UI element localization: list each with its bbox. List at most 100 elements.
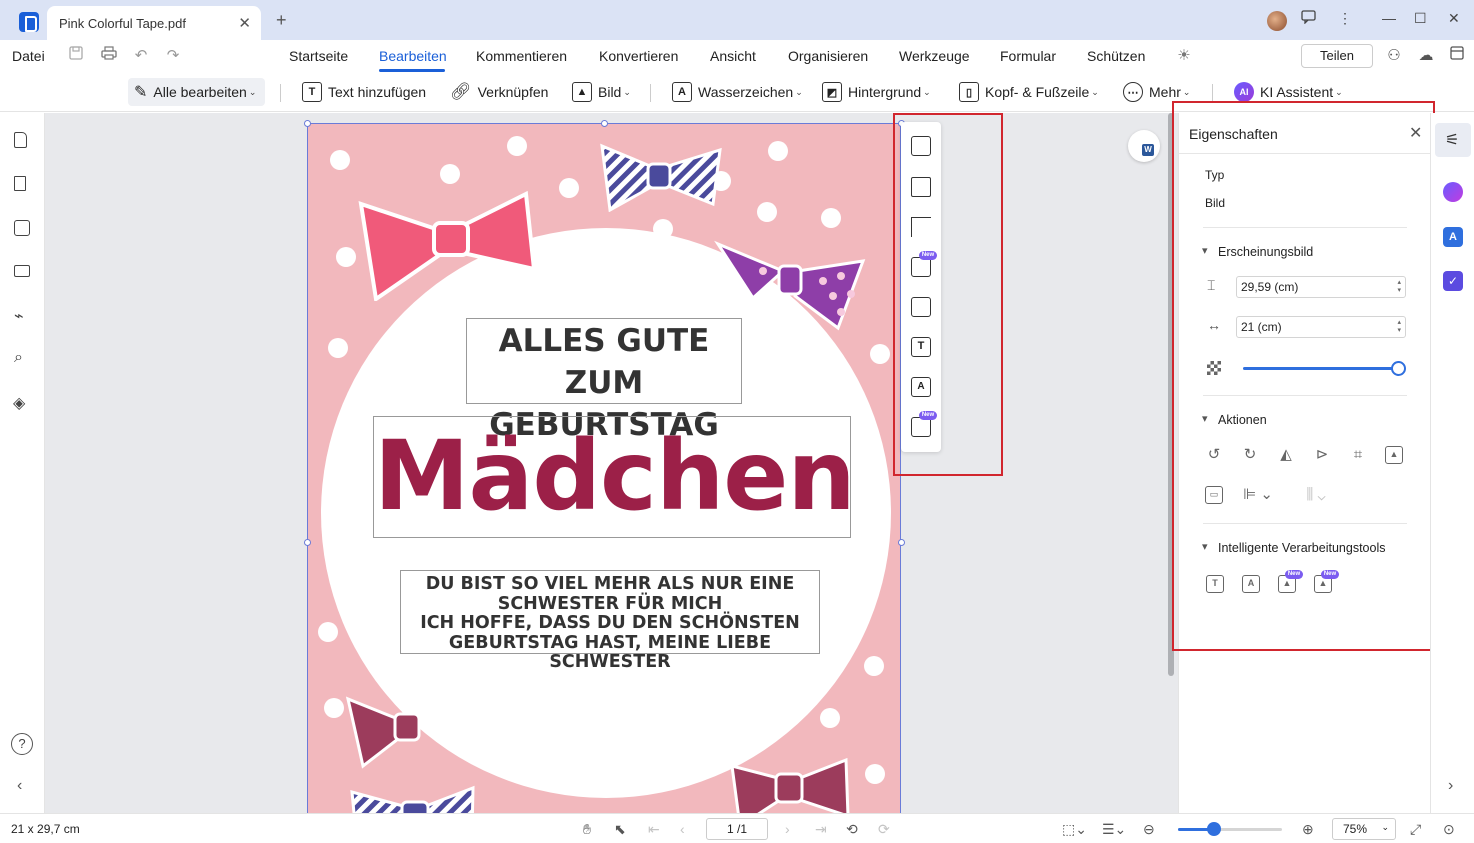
tab-kommentieren[interactable]: Kommentieren bbox=[476, 48, 567, 64]
save-icon[interactable] bbox=[67, 46, 85, 64]
toolbar-divider bbox=[1212, 84, 1213, 102]
polka-dot bbox=[865, 764, 885, 784]
tab-close-icon[interactable]: ✕ bbox=[238, 14, 251, 32]
image-icon: ▲ bbox=[572, 82, 592, 102]
workflow-icon[interactable]: ⚇ bbox=[1385, 46, 1403, 64]
background-button[interactable]: ◩ Hintergrund ⌄ bbox=[822, 78, 931, 106]
minimize-icon[interactable]: — bbox=[1382, 10, 1396, 26]
print-icon[interactable] bbox=[100, 46, 118, 64]
previous-page-icon[interactable]: ‹ bbox=[680, 821, 685, 837]
edit-all-button[interactable]: ✎ Alle bearbeiten ⌄ bbox=[128, 78, 265, 106]
share-button[interactable]: Teilen bbox=[1301, 44, 1373, 68]
more-vertical-icon[interactable]: ⋮ bbox=[1338, 10, 1352, 27]
feedback-icon[interactable] bbox=[1301, 10, 1316, 27]
page-number-input[interactable]: 1 /1 bbox=[706, 818, 768, 840]
message-text-box[interactable]: DU BIST SO VIEL MEHR ALS NUR EINE SCHWES… bbox=[400, 570, 820, 672]
background-label: Hintergrund bbox=[848, 84, 922, 100]
next-page-icon[interactable]: › bbox=[785, 821, 790, 837]
resize-handle-top[interactable] bbox=[601, 120, 608, 127]
new-tab-icon[interactable]: + bbox=[276, 11, 287, 29]
scroll-mode-dropdown-icon[interactable]: ☰⌄ bbox=[1102, 821, 1126, 838]
tab-formular[interactable]: Formular bbox=[1000, 48, 1056, 64]
chevron-down-icon: ⌄ bbox=[623, 86, 631, 97]
close-window-icon[interactable]: ✕ bbox=[1448, 10, 1460, 27]
bookmark-icon[interactable] bbox=[14, 176, 26, 191]
app-logo-icon bbox=[19, 12, 39, 32]
polka-dot bbox=[864, 656, 884, 676]
zoom-in-icon[interactable]: ⊕ bbox=[1302, 821, 1314, 838]
tab-werkzeuge[interactable]: Werkzeuge bbox=[899, 48, 970, 64]
fit-page-icon[interactable]: ⟳ bbox=[878, 821, 890, 838]
image-button[interactable]: ▲ Bild ⌄ bbox=[572, 78, 631, 106]
attachment-icon[interactable]: ⌁ bbox=[14, 306, 24, 326]
user-avatar[interactable] bbox=[1267, 11, 1287, 31]
maximize-icon[interactable]: ☐ bbox=[1414, 10, 1427, 27]
polka-dot bbox=[768, 141, 788, 161]
headline-text-box[interactable]: ALLES GUTE ZUM GEBURTSTAG bbox=[466, 318, 742, 443]
zoom-select[interactable]: 75% ⌄ bbox=[1332, 818, 1396, 840]
tab-organisieren[interactable]: Organisieren bbox=[788, 48, 868, 64]
message-line-3: ICH HOFFE, DASS DU DEN SCHÖNSTEN bbox=[420, 613, 800, 633]
header-footer-icon: ▯ bbox=[959, 82, 979, 102]
help-icon[interactable]: ? bbox=[11, 733, 33, 755]
chevron-down-icon: ⌄ bbox=[248, 86, 257, 97]
watermark-button[interactable]: A Wasserzeichen ⌄ bbox=[672, 78, 803, 106]
title-bar: Pink Colorful Tape.pdf ✕ + ⋮ — ☐ ✕ bbox=[0, 0, 1474, 40]
polka-dot bbox=[328, 338, 348, 358]
properties-icon[interactable]: ⚟ bbox=[1445, 130, 1459, 150]
add-text-button[interactable]: T Text hinzufügen bbox=[302, 78, 426, 106]
document-tab[interactable]: Pink Colorful Tape.pdf ✕ bbox=[47, 6, 261, 40]
last-page-icon[interactable]: ⇥ bbox=[815, 821, 827, 838]
convert-to-word-icon[interactable] bbox=[1128, 130, 1160, 162]
search-icon[interactable]: ⌕ bbox=[14, 349, 23, 367]
link-button[interactable]: 🔗︎ Verknüpfen bbox=[450, 78, 548, 106]
polka-dot bbox=[336, 247, 356, 267]
fields-icon[interactable] bbox=[14, 265, 30, 277]
cloud-upload-icon[interactable]: ☁ bbox=[1417, 46, 1435, 64]
lightbulb-icon[interactable]: ☀ bbox=[1175, 46, 1193, 64]
first-page-icon[interactable]: ⇤ bbox=[648, 821, 660, 838]
tab-bearbeiten[interactable]: Bearbeiten bbox=[379, 48, 447, 64]
tab-ansicht[interactable]: Ansicht bbox=[710, 48, 756, 64]
zoom-slider-knob[interactable] bbox=[1207, 822, 1221, 836]
document-canvas: ALLES GUTE ZUM GEBURTSTAG Mädchen DU BIS… bbox=[45, 113, 1178, 813]
resize-handle-top-left[interactable] bbox=[304, 120, 311, 127]
comment-icon[interactable] bbox=[14, 220, 30, 236]
pdf-page-image[interactable]: ALLES GUTE ZUM GEBURTSTAG Mädchen DU BIS… bbox=[307, 123, 901, 813]
name-text-box[interactable]: Mädchen bbox=[373, 416, 856, 538]
redo-icon[interactable]: ↷ bbox=[164, 46, 182, 64]
resize-handle-right[interactable] bbox=[898, 539, 905, 546]
hand-tool-icon[interactable]: ✋︎ bbox=[583, 821, 591, 838]
polka-dot bbox=[820, 708, 840, 728]
ai-icon: AI bbox=[1234, 82, 1254, 102]
right-sidebar: ⚟ A ✓ › bbox=[1430, 113, 1474, 813]
translate-icon[interactable]: A bbox=[1443, 227, 1463, 247]
collapse-ribbon-icon[interactable] bbox=[1448, 46, 1466, 64]
tab-konvertieren[interactable]: Konvertieren bbox=[599, 48, 678, 64]
fullscreen-icon[interactable]: ⤢ bbox=[1410, 821, 1421, 838]
checklist-icon[interactable]: ✓ bbox=[1443, 271, 1463, 291]
header-footer-button[interactable]: ▯ Kopf- & Fußzeile ⌄ bbox=[959, 78, 1099, 106]
more-label: Mehr bbox=[1149, 84, 1181, 100]
tab-schuetzen[interactable]: Schützen bbox=[1087, 48, 1145, 64]
more-options-icon[interactable]: ⊙ bbox=[1443, 821, 1455, 838]
zoom-slider-track[interactable] bbox=[1178, 828, 1282, 831]
rotate-view-icon[interactable]: ⟲ bbox=[846, 821, 858, 838]
thumbnails-icon[interactable] bbox=[14, 132, 27, 148]
page-display-dropdown-icon[interactable]: ⬚⌄ bbox=[1062, 821, 1087, 838]
resize-handle-left[interactable] bbox=[304, 539, 311, 546]
expand-right-sidebar-icon[interactable]: › bbox=[1448, 777, 1453, 795]
highlight-box-properties-panel bbox=[1172, 101, 1435, 651]
toolbar-divider bbox=[650, 84, 651, 102]
undo-icon[interactable]: ↶ bbox=[132, 46, 150, 64]
layers-icon[interactable]: ◈ bbox=[13, 393, 25, 413]
message-line-1: DU BIST SO VIEL MEHR ALS NUR EINE bbox=[425, 574, 795, 594]
zoom-out-icon[interactable]: ⊖ bbox=[1143, 821, 1155, 838]
ai-assistant-label: KI Assistent bbox=[1260, 84, 1334, 100]
collapse-sidebar-icon[interactable]: ‹ bbox=[17, 777, 22, 795]
menu-bar: Datei ↶ ↷ Startseite Bearbeiten Kommenti… bbox=[0, 40, 1474, 72]
menu-file[interactable]: Datei bbox=[12, 48, 45, 64]
tab-startseite[interactable]: Startseite bbox=[289, 48, 348, 64]
select-tool-icon[interactable]: ⬉ bbox=[614, 821, 626, 838]
ai-chat-icon[interactable] bbox=[1443, 182, 1463, 202]
